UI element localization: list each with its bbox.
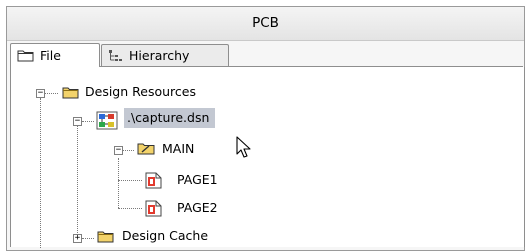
tree-guide-line [82,238,94,239]
design-file-icon [96,111,118,130]
tree-item-capture-dsn[interactable]: .\capture.dsn [124,108,216,128]
tree-guide-line [123,150,134,151]
mouse-cursor-icon [236,136,252,160]
folder-icon [62,86,79,99]
collapse-expander[interactable]: − [114,146,123,155]
collapse-expander[interactable]: − [73,117,82,126]
tree-guide-line [82,121,94,122]
tab-file[interactable]: File [10,43,100,67]
window-title: PCB [252,15,279,31]
tree-item-design-cache[interactable]: Design Cache [122,228,208,244]
title-bar[interactable]: PCB [7,7,524,41]
folder-icon [17,49,34,62]
tree-item-design-resources[interactable]: Design Resources [85,84,196,100]
schematic-folder-icon [137,142,155,155]
folder-icon [97,230,114,243]
tree-guide-line [118,158,119,208]
tree-item-page1[interactable]: PAGE1 [177,172,218,188]
page-icon [145,172,162,189]
tab-hierarchy-label: Hierarchy [129,47,190,63]
collapse-expander[interactable]: − [36,89,45,98]
tree-guide-line [40,98,41,248]
tree-guide-line [118,208,142,209]
tree-item-main[interactable]: MAIN [162,141,194,157]
tree-guide-line [45,93,58,94]
tree-item-page2[interactable]: PAGE2 [177,200,218,216]
tab-file-label: File [40,47,61,63]
page-icon [145,200,162,217]
tree-guide-line [77,126,78,241]
tab-hierarchy[interactable]: Hierarchy [101,44,229,66]
hierarchy-icon [108,49,123,62]
expand-expander[interactable]: + [73,234,82,243]
tree-guide-line [118,180,142,181]
